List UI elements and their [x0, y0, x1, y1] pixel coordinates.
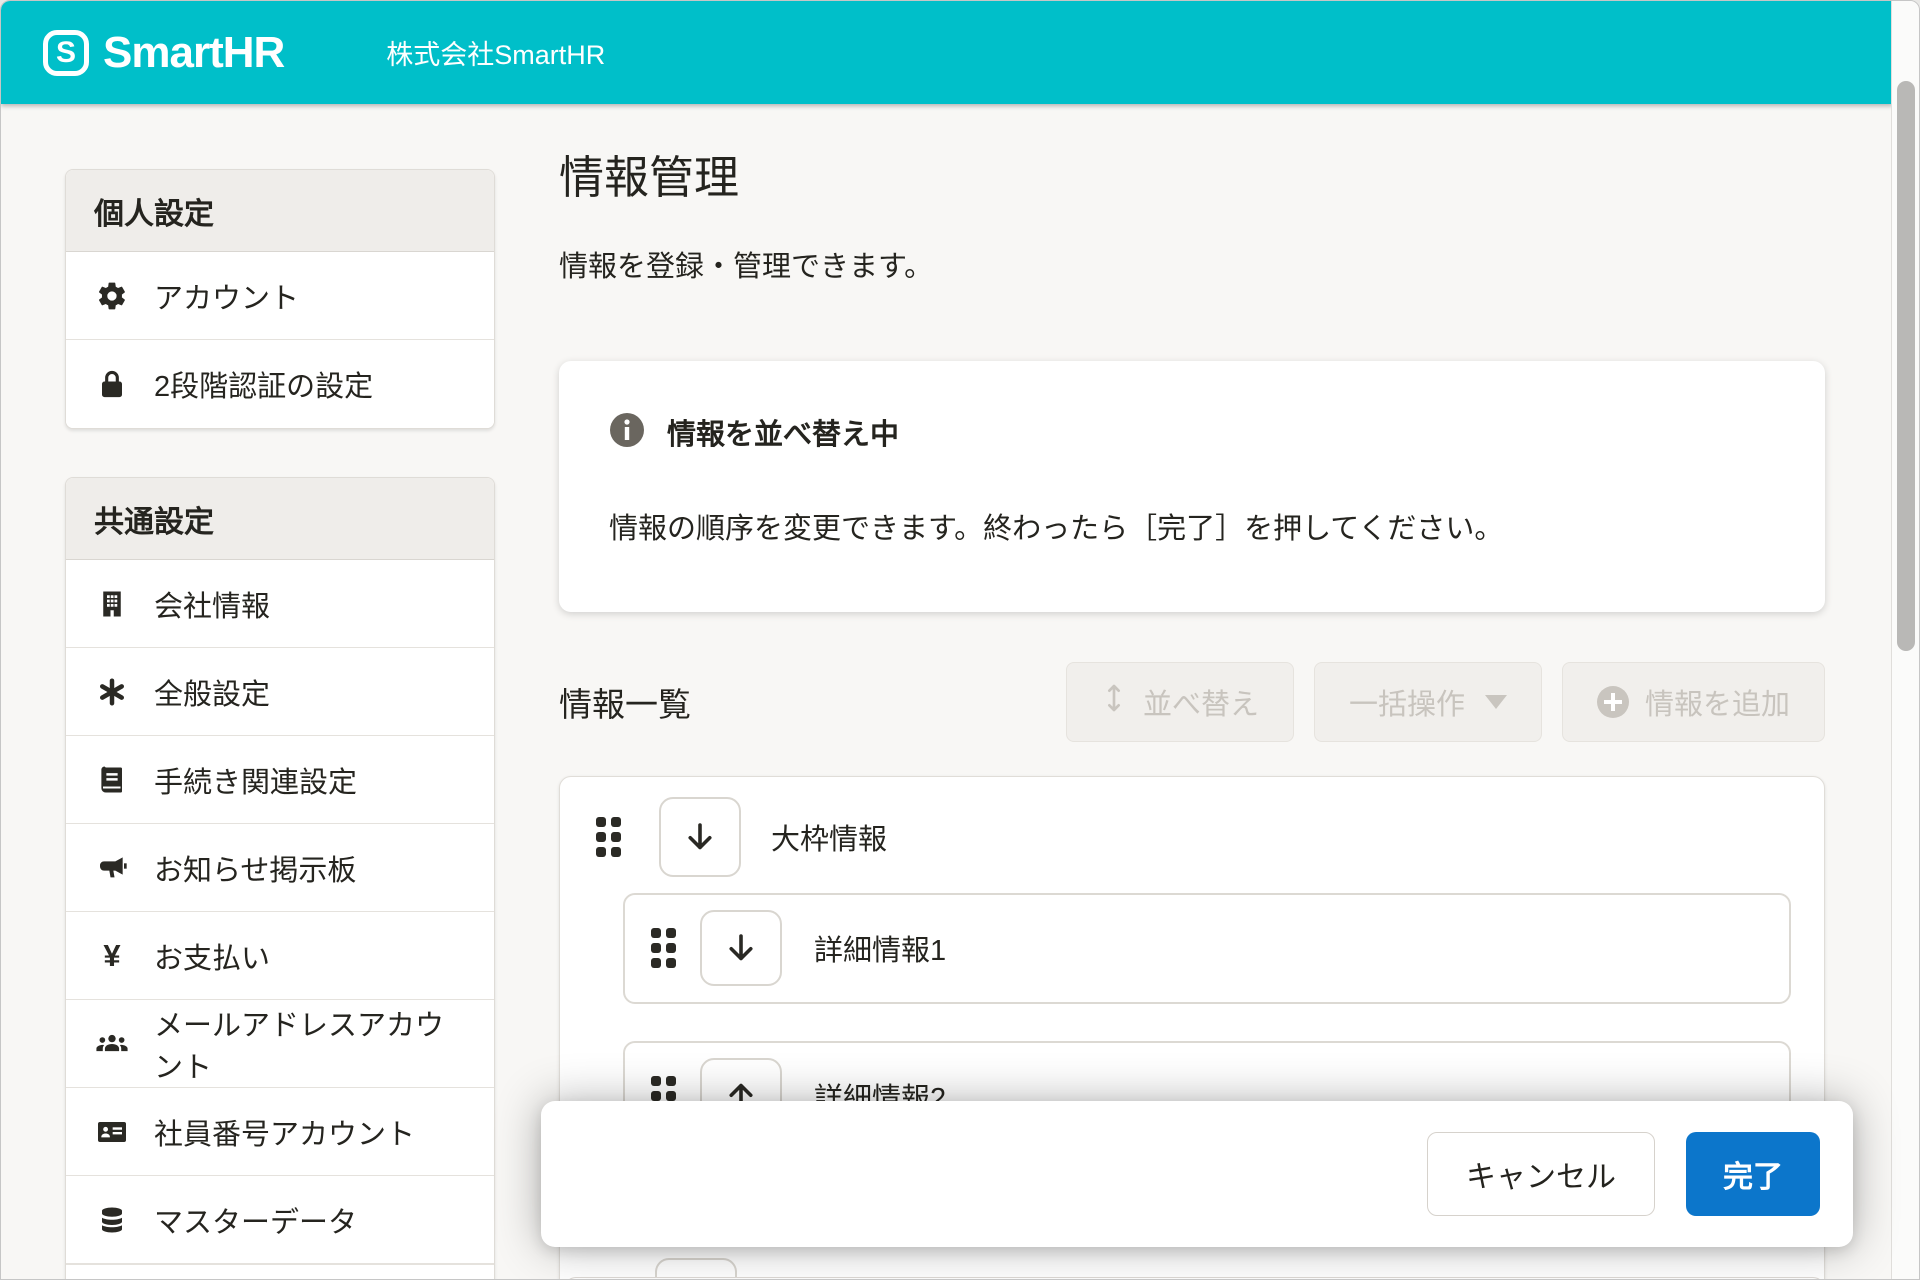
list-item-group: 大枠情報 — [592, 795, 1791, 893]
sidebar-item-employee-number-accounts[interactable]: 社員番号アカウント — [66, 1088, 494, 1176]
sorting-notice-card: 情報を並べ替え中 情報の順序を変更できます。終わったら［完了］を押してください。 — [559, 361, 1825, 612]
done-button[interactable]: 完了 — [1686, 1132, 1820, 1216]
sidebar-item-account[interactable]: アカウント — [66, 252, 494, 340]
sort-action-bar: キャンセル 完了 — [541, 1101, 1853, 1247]
move-down-button[interactable] — [659, 797, 741, 877]
gear-icon — [94, 280, 130, 312]
sidebar-item-payment[interactable]: ¥ お支払い — [66, 912, 494, 1000]
sidebar-item-label: 全般設定 — [154, 671, 270, 713]
app-header: S SmartHR 株式会社SmartHR — [1, 1, 1893, 104]
brand-name: SmartHR — [103, 28, 284, 78]
sidebar-item-two-factor[interactable]: 2段階認証の設定 — [66, 340, 494, 428]
notice-title: 情報を並べ替え中 — [667, 411, 899, 453]
users-icon — [94, 1027, 130, 1061]
sidebar-item-general-settings[interactable]: 全般設定 — [66, 648, 494, 736]
sidebar-item-label: 社員番号アカウント — [154, 1111, 415, 1153]
database-icon — [94, 1205, 130, 1235]
group-label: 大枠情報 — [771, 816, 887, 858]
list-item-child: 詳細情報1 — [623, 893, 1791, 1004]
chevron-down-icon — [1485, 695, 1507, 709]
sidebar-section-personal: 個人設定 アカウント 2段階認証の設定 — [65, 169, 495, 429]
sort-button[interactable]: 並べ替え — [1066, 662, 1294, 742]
settings-sidebar: 個人設定 アカウント 2段階認証の設定 共通設定 会社情報 — [65, 169, 495, 1280]
sort-arrows-icon — [1101, 682, 1127, 722]
megaphone-icon — [94, 852, 130, 884]
sidebar-item-label: アカウント — [154, 275, 299, 317]
id-card-icon — [94, 1116, 130, 1148]
asterisk-icon — [94, 677, 130, 707]
page-description: 情報を登録・管理できます。 — [559, 243, 1825, 285]
page-title: 情報管理 — [559, 151, 1825, 205]
sidebar-item-label: 2段階認証の設定 — [154, 363, 373, 405]
sidebar-item-procedure-settings[interactable]: 手続き関連設定 — [66, 736, 494, 824]
add-info-button[interactable]: 情報を追加 — [1562, 662, 1825, 742]
lock-icon — [94, 369, 130, 399]
building-icon — [94, 589, 130, 619]
sidebar-item-clipped — [66, 1264, 494, 1280]
sidebar-item-label: お知らせ掲示板 — [154, 847, 356, 889]
sidebar-item-announcement-board[interactable]: お知らせ掲示板 — [66, 824, 494, 912]
sidebar-item-label: メールアドレスアカウント — [154, 1002, 466, 1086]
sidebar-item-company-info[interactable]: 会社情報 — [66, 560, 494, 648]
company-name: 株式会社SmartHR — [386, 33, 605, 72]
sidebar-item-label: 会社情報 — [154, 583, 270, 625]
child-label: 詳細情報1 — [814, 927, 946, 969]
sidebar-section-common: 共通設定 会社情報 全般設定 手続き関連設定 — [65, 477, 495, 1280]
sidebar-section-title: 共通設定 — [66, 478, 494, 560]
notice-body: 情報の順序を変更できます。終わったら［完了］を押してください。 — [609, 509, 1775, 550]
list-toolbar: 並べ替え 一括操作 情報を追加 — [1066, 662, 1825, 742]
sidebar-item-master-data[interactable]: マスターデータ — [66, 1176, 494, 1264]
sidebar-item-label: 手続き関連設定 — [154, 759, 357, 801]
cancel-button[interactable]: キャンセル — [1427, 1132, 1655, 1216]
list-heading: 情報一覧 — [559, 678, 691, 726]
plus-circle-icon — [1597, 686, 1629, 718]
sidebar-section-title: 個人設定 — [66, 170, 494, 252]
scrollbar-thumb[interactable] — [1897, 81, 1915, 651]
info-circle-icon — [609, 412, 645, 453]
drag-handle-icon[interactable] — [596, 817, 621, 857]
browser-window: S SmartHR 株式会社SmartHR 個人設定 アカウント 2段階認証の設… — [0, 0, 1920, 1280]
yen-icon: ¥ — [94, 940, 130, 971]
book-icon — [94, 765, 130, 795]
move-down-button[interactable] — [700, 910, 782, 986]
bulk-actions-button[interactable]: 一括操作 — [1314, 662, 1542, 742]
sidebar-item-label: マスターデータ — [154, 1199, 357, 1241]
smarthr-logo[interactable]: S SmartHR — [43, 28, 284, 78]
smarthr-logo-icon: S — [43, 30, 89, 76]
sidebar-item-label: お支払い — [154, 935, 270, 977]
drag-handle-icon[interactable] — [651, 928, 676, 968]
scrollbar-track[interactable] — [1891, 1, 1919, 1280]
sidebar-item-email-accounts[interactable]: メールアドレスアカウント — [66, 1000, 494, 1088]
